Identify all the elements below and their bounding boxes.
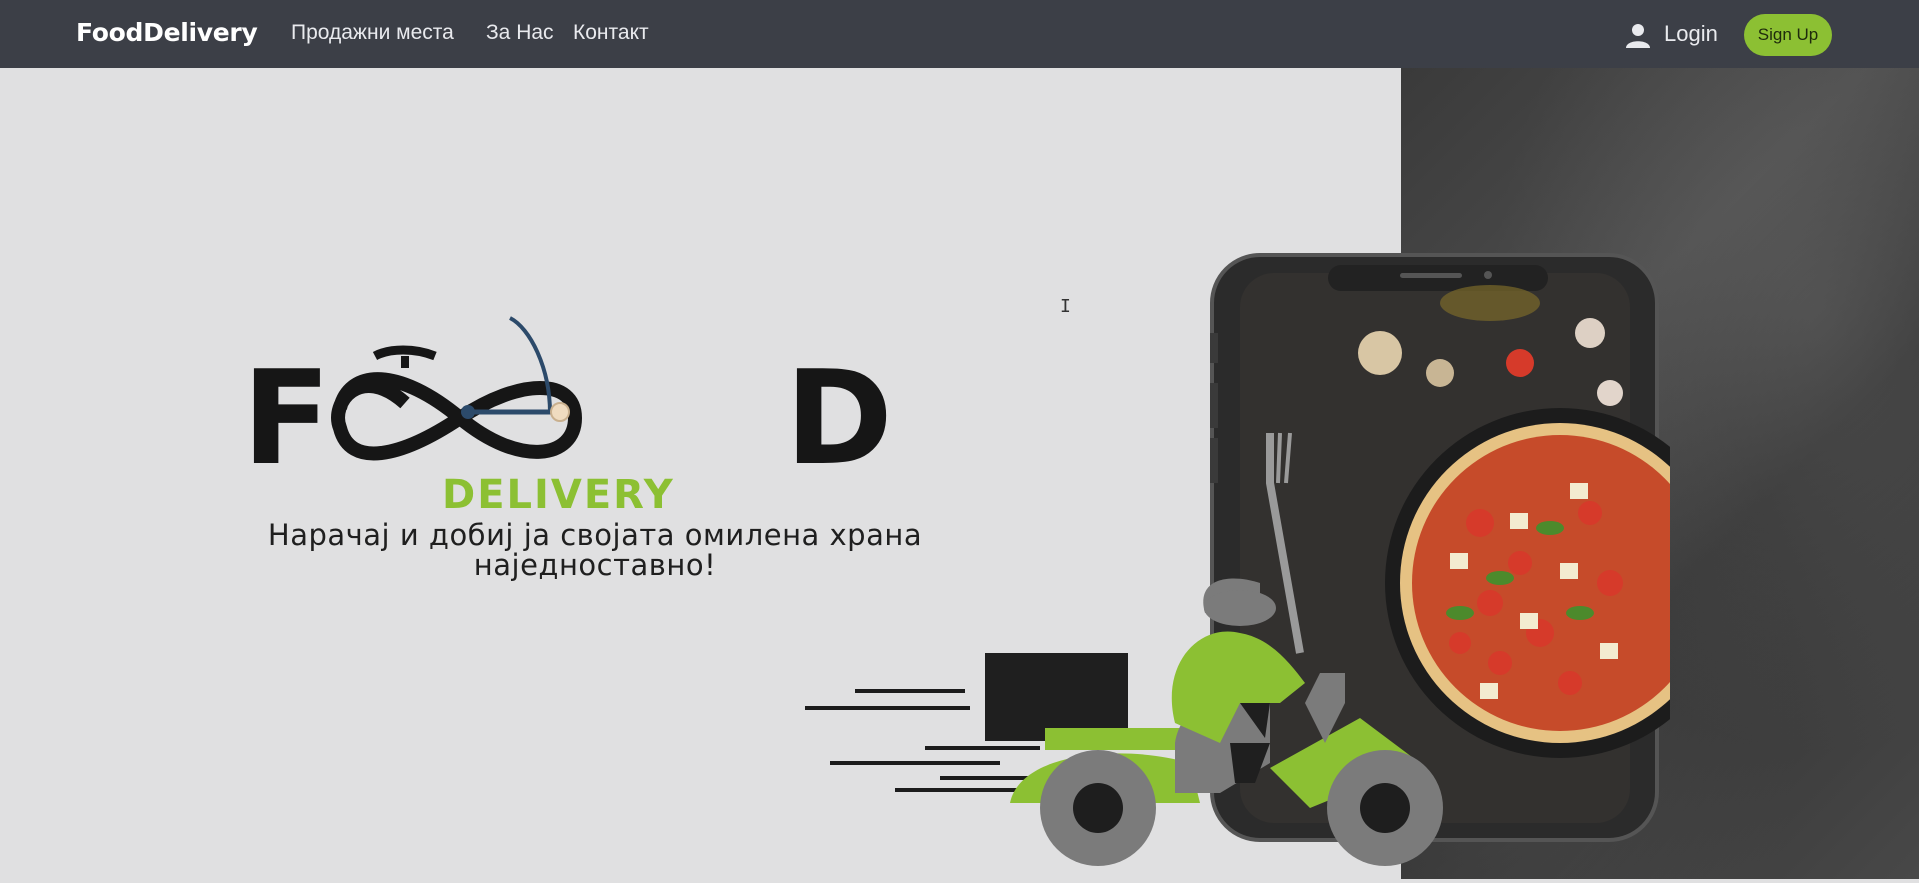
bicycle-infinity-icon: [331, 316, 583, 461]
nav-link-contact[interactable]: Контакт: [573, 21, 649, 45]
nav-link-sales-points[interactable]: Продажни места: [291, 21, 454, 45]
phone-scooter-illustration: [805, 253, 1670, 866]
delivery-box: [985, 653, 1128, 741]
text-cursor-icon: I: [1060, 296, 1071, 317]
login-link[interactable]: Login: [1664, 21, 1718, 47]
logo-letter-f: F: [242, 342, 331, 494]
sign-up-button[interactable]: Sign Up: [1744, 14, 1832, 56]
hero-banner: F D DELIVERY Нарачај и добиј ја својата …: [0, 68, 1919, 879]
user-icon[interactable]: [1625, 22, 1651, 48]
nav-link-about[interactable]: За Нас: [486, 21, 554, 45]
brand-logo[interactable]: FoodDelivery: [76, 18, 258, 47]
logo-subtitle-delivery: DELIVERY: [442, 472, 675, 518]
navbar: FoodDelivery Продажни места За Нас Конта…: [0, 0, 1919, 68]
